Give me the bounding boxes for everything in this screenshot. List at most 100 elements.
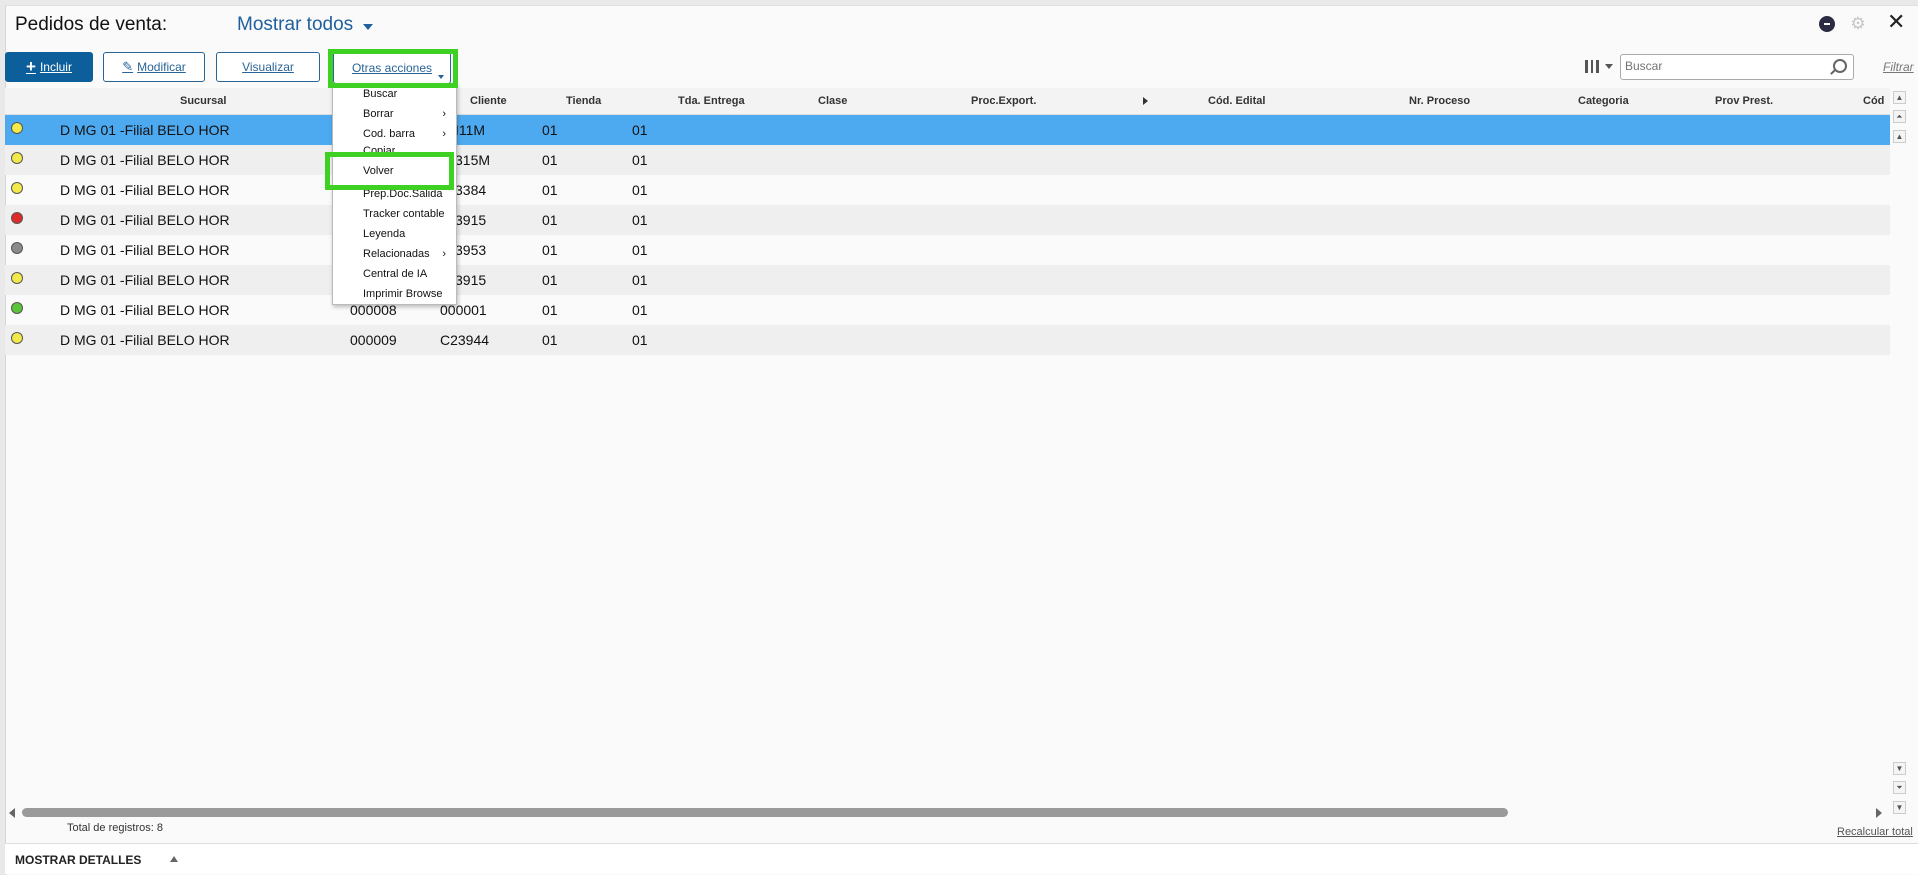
cell-tda-entrega: 01 — [632, 242, 648, 258]
table-row[interactable]: D MG 01 -Filial BELO HOR 000008 000001 01 01 — [5, 295, 1890, 325]
visualizar-button[interactable]: Visualizar — [216, 52, 320, 82]
table-row[interactable]: D MG 01 -Filial BELO HOR 3915 01 01 — [5, 205, 1890, 235]
cell-tda-entrega: 01 — [632, 332, 648, 348]
status-yellow-icon — [11, 182, 23, 194]
columns-icon[interactable] — [1585, 57, 1614, 75]
column-header[interactable]: Categoria — [1578, 95, 1629, 107]
table-row[interactable]: D MG 01 -Filial BELO HOR 315M 01 01 — [5, 145, 1890, 175]
cell-sucursal: D MG 01 -Filial BELO HOR — [60, 302, 230, 318]
scroll-right-icon[interactable] — [1876, 808, 1882, 818]
column-header[interactable]: Sucursal — [180, 95, 226, 107]
horizontal-scrollbar-thumb[interactable] — [22, 808, 1508, 817]
cell-tienda: 01 — [542, 332, 558, 348]
otras-acciones-menu: Buscar Borrar › Cod. barra › Copiar Volv… — [332, 83, 457, 305]
cell-tienda: 01 — [542, 152, 558, 168]
modificar-label: Modificar — [137, 60, 186, 74]
column-header[interactable]: Cód — [1863, 95, 1884, 107]
chevron-right-icon: › — [442, 248, 446, 260]
chevron-right-icon: › — [442, 128, 446, 140]
cell-tienda: 01 — [542, 212, 558, 228]
cell-tienda: 01 — [542, 302, 558, 318]
menu-item-cod-barra[interactable]: Cod. barra — [363, 128, 415, 140]
chevron-down-icon — [438, 75, 444, 79]
search-input[interactable] — [1621, 55, 1829, 77]
table-row[interactable]: D MG 01 -Filial BELO HOR 3915 01 01 — [5, 265, 1890, 295]
table-row[interactable]: D MG 01 -Filial BELO HOR 000009 C23944 01 01 — [5, 325, 1890, 355]
cell-tda-entrega: 01 — [632, 272, 648, 288]
column-header[interactable]: Proc.Export. — [971, 95, 1036, 107]
pencil-icon: ✎ — [122, 59, 134, 74]
incluir-button[interactable]: + Incluir — [5, 52, 93, 82]
column-header[interactable]: Nr. Proceso — [1409, 95, 1470, 107]
status-yellow-icon — [11, 272, 23, 284]
menu-item-copiar[interactable]: Copiar — [363, 145, 395, 152]
menu-item-central-ia[interactable]: Central de IA — [363, 268, 427, 280]
menu-item-buscar[interactable]: Buscar — [363, 88, 397, 100]
cell-cliente: 3384 — [455, 182, 487, 198]
table-row[interactable]: D MG 01 -Filial BELO HOR 3953 01 01 — [5, 235, 1890, 265]
otras-acciones-button[interactable]: Otras acciones — [333, 52, 451, 84]
plus-icon: + — [26, 57, 36, 76]
menu-item-volver[interactable]: Volver — [363, 165, 394, 177]
incluir-label: Incluir — [39, 60, 72, 74]
cell-tda-entrega: 01 — [632, 212, 648, 228]
visualizar-label: Visualizar — [242, 60, 294, 74]
view-filter-label: Mostrar todos — [237, 14, 354, 35]
cell-cliente: I11M — [455, 122, 486, 138]
column-header[interactable]: Tienda — [566, 95, 601, 107]
column-expand-icon[interactable] — [1143, 97, 1148, 105]
table-row[interactable]: D MG 01 -Filial BELO HOR I11M 01 01 — [5, 115, 1890, 145]
menu-item-relacionadas[interactable]: Relacionadas — [363, 248, 430, 260]
cell-tienda: 01 — [542, 122, 558, 138]
status-gray-icon — [11, 242, 23, 254]
menu-item-tracker-contable[interactable]: Tracker contable — [363, 208, 445, 220]
vertical-scrollbar[interactable]: ▲ ⏶ ▲ ▼ ⏷ ▼ — [1890, 88, 1908, 818]
status-yellow-icon — [11, 152, 23, 164]
assistant-icon[interactable] — [1819, 16, 1835, 32]
cell-sucursal: D MG 01 -Filial BELO HOR — [60, 152, 230, 168]
total-records: Total de registros: 8 — [67, 822, 163, 834]
search-icon[interactable] — [1833, 59, 1847, 73]
recalcular-total-link[interactable]: Recalcular total — [1837, 826, 1913, 838]
menu-item-borrar[interactable]: Borrar — [363, 108, 394, 120]
status-yellow-icon — [11, 122, 23, 134]
menu-item-prep-doc-salida[interactable]: Prep.Doc.Salida — [363, 188, 443, 200]
scroll-page-down-icon[interactable]: ⏷ — [1893, 781, 1906, 794]
column-header[interactable]: Cliente — [470, 95, 507, 107]
menu-item-imprimir-browse[interactable]: Imprimir Browse — [363, 288, 442, 300]
cell-sucursal: D MG 01 -Filial BELO HOR — [60, 332, 230, 348]
cell-tda-entrega: 01 — [632, 122, 648, 138]
close-icon[interactable]: ✕ — [1887, 11, 1905, 33]
column-header[interactable]: Prov Prest. — [1715, 95, 1773, 107]
modificar-button[interactable]: ✎ Modificar — [103, 52, 205, 82]
cell-tienda: 01 — [542, 242, 558, 258]
scroll-left-icon[interactable] — [9, 808, 15, 818]
cell-tienda: 01 — [542, 182, 558, 198]
cell-cliente: 3915 — [455, 272, 487, 288]
column-header[interactable]: Cód. Edital — [1208, 95, 1265, 107]
menu-item-leyenda[interactable]: Leyenda — [363, 228, 405, 240]
gear-icon[interactable]: ⚙ — [1850, 15, 1866, 32]
chevron-up-icon[interactable] — [170, 856, 178, 862]
view-filter-dropdown[interactable]: Mostrar todos — [237, 14, 374, 36]
table-row[interactable]: D MG 01 -Filial BELO HOR 3384 01 01 — [5, 175, 1890, 205]
cell-tda-entrega: 01 — [632, 302, 648, 318]
scroll-step-down-icon[interactable]: ▼ — [1893, 762, 1906, 775]
scroll-up-icon[interactable]: ▲ — [1893, 91, 1906, 104]
filtrar-link[interactable]: Filtrar — [1883, 60, 1914, 74]
column-header[interactable]: Clase — [818, 95, 847, 107]
details-bar[interactable]: MOSTRAR DETALLES — [5, 843, 1918, 874]
cell-sucursal: D MG 01 -Filial BELO HOR — [60, 122, 230, 138]
cell-cliente: C23944 — [440, 332, 490, 348]
search-box — [1620, 54, 1854, 80]
scroll-page-up-icon[interactable]: ⏶ — [1893, 110, 1906, 123]
column-header[interactable]: Tda. Entrega — [678, 95, 745, 107]
cell-tienda: 01 — [542, 272, 558, 288]
cell-sucursal: D MG 01 -Filial BELO HOR — [60, 242, 230, 258]
scroll-down-icon[interactable]: ▼ — [1893, 801, 1906, 814]
status-green-icon — [11, 302, 23, 314]
cell-tda-entrega: 01 — [632, 182, 648, 198]
chevron-down-icon — [363, 23, 374, 30]
scroll-step-up-icon[interactable]: ▲ — [1893, 130, 1906, 143]
grid-header: Sucursal Cliente Tienda Tda. Entrega Cla… — [5, 88, 1890, 115]
